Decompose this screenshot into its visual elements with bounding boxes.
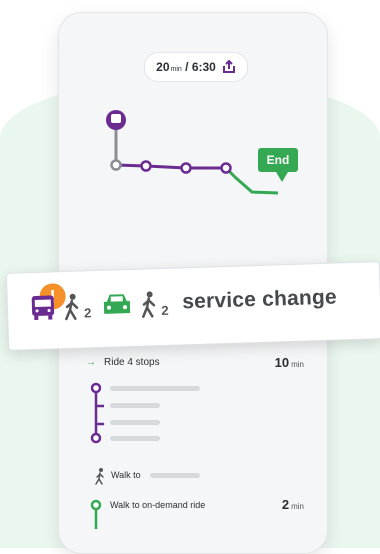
placeholder-bar	[110, 403, 160, 408]
steps-timeline	[90, 382, 104, 529]
stop-marker	[90, 432, 102, 444]
step-walk[interactable]: Walk to	[111, 470, 141, 480]
placeholder-bar	[110, 420, 160, 425]
stop-marker	[90, 382, 102, 394]
stop-marker	[90, 499, 102, 511]
placeholder-bar	[110, 436, 160, 441]
placeholder-bar	[150, 473, 200, 478]
placeholder-bar	[110, 386, 200, 391]
walking-person-icon	[95, 468, 104, 485]
step-on-demand[interactable]: Walk to on-demand ride 2 min	[110, 497, 304, 512]
